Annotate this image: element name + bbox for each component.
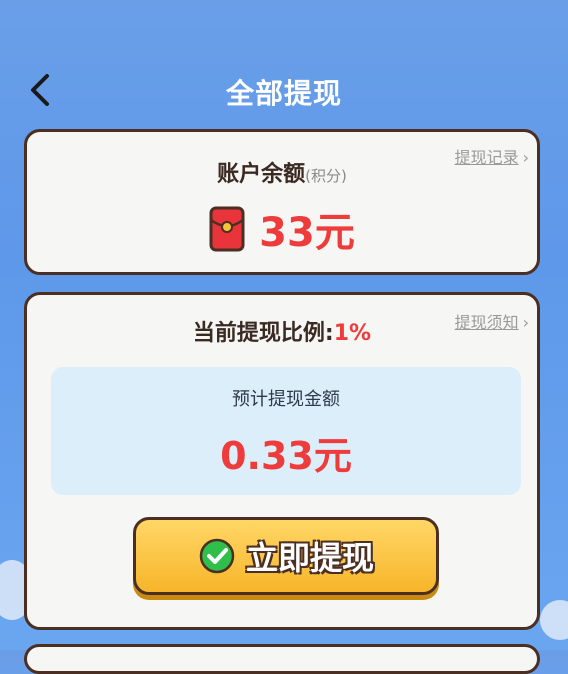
estimate-box: 预计提现金额 0.33元 bbox=[51, 367, 521, 495]
balance-title-sub: (积分) bbox=[305, 167, 347, 185]
withdraw-rate-value: 1% bbox=[333, 321, 372, 346]
next-card-edge bbox=[24, 644, 540, 674]
header: 全部提现 bbox=[0, 60, 568, 120]
page-title: 全部提现 bbox=[225, 77, 342, 110]
background-cloud bbox=[540, 600, 568, 640]
withdraw-now-label: 立即提现 bbox=[245, 539, 374, 577]
balance-amount: 33元 bbox=[259, 210, 355, 256]
red-envelope-icon bbox=[209, 206, 245, 252]
estimate-amount: 0.33元 bbox=[220, 434, 352, 478]
wechat-check-icon bbox=[199, 538, 235, 574]
balance-title: 账户余额(积分) bbox=[27, 156, 537, 188]
withdraw-card: 提现须知 › 当前提现比例:1% 预计提现金额 0.33元 立即提现 bbox=[24, 292, 540, 630]
balance-card: 提现记录 › 账户余额(积分) 33元 bbox=[24, 129, 540, 275]
withdraw-rate: 当前提现比例:1% bbox=[27, 315, 537, 347]
balance-row: 33元 bbox=[27, 200, 537, 258]
estimate-label: 预计提现金额 bbox=[232, 389, 340, 410]
withdraw-rate-label: 当前提现比例: bbox=[192, 321, 334, 346]
balance-title-label: 账户余额 bbox=[217, 162, 306, 187]
withdraw-now-button[interactable]: 立即提现 bbox=[133, 517, 439, 595]
